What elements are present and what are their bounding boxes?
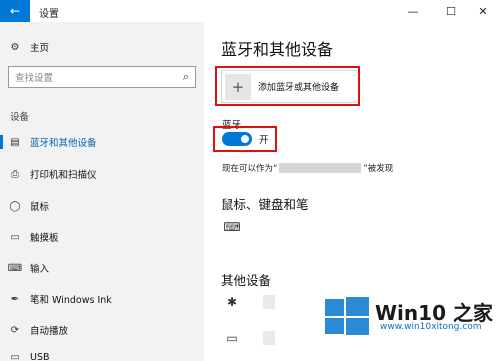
sidebar-item-label: 主页 <box>30 43 50 54</box>
sidebar-item-label: 笔和 Windows Ink <box>30 295 112 306</box>
back-arrow-icon[interactable]: ← <box>0 0 30 22</box>
section-title-mouse-keyboard-pen: 鼠标、键盘和笔 <box>221 197 309 212</box>
redacted-device-name <box>263 331 275 345</box>
gear-icon: ⚙ <box>10 41 20 53</box>
sidebar-item-label: 打印机和扫描仪 <box>30 170 97 181</box>
sidebar-item-mouse[interactable]: ◯ 鼠标 <box>0 194 204 218</box>
sidebar-item-label: 鼠标 <box>30 202 50 213</box>
highlight-box <box>213 126 277 152</box>
touchpad-icon: ▭ <box>10 231 20 243</box>
section-label-devices: 设备 <box>10 112 30 123</box>
page-title: 蓝牙和其他设备 <box>221 40 334 59</box>
bluetooth-icon: ✱ <box>226 295 238 309</box>
section-title-other-devices: 其他设备 <box>221 273 272 288</box>
redacted-device-name <box>263 295 275 309</box>
sidebar-item-label: 蓝牙和其他设备 <box>30 138 97 149</box>
mouse-icon: ◯ <box>9 200 21 212</box>
redacted-device-name <box>279 163 362 173</box>
sidebar: ⚙ 主页 查找设置 ⌕ 设备 ▤ 蓝牙和其他设备 ⎙ 打印机和扫描仪 ◯ 鼠标 … <box>0 22 204 361</box>
autoplay-icon: ⟳ <box>10 324 20 336</box>
sidebar-item-label: 自动播放 <box>30 326 69 337</box>
window-title: 设置 <box>39 9 59 20</box>
keyboard-icon: ⌨ <box>7 262 23 274</box>
sidebar-item-touchpad[interactable]: ▭ 触摸板 <box>0 225 204 249</box>
device-icon: ▭ <box>226 331 238 345</box>
title-bar: ← 设置 — ☐ ✕ <box>0 0 500 22</box>
sidebar-item-pen[interactable]: ✒ 笔和 Windows Ink <box>0 287 204 311</box>
sidebar-item-label: USB <box>30 351 50 361</box>
watermark-url: www.win10xitong.com <box>380 322 482 332</box>
minimize-button[interactable]: — <box>394 0 432 22</box>
windows-logo-icon <box>325 297 369 335</box>
printer-icon: ⎙ <box>11 168 19 180</box>
search-input[interactable]: 查找设置 ⌕ <box>8 66 196 88</box>
sidebar-item-home[interactable]: ⚙ 主页 <box>0 35 204 59</box>
pen-icon: ✒ <box>10 293 20 305</box>
highlight-box <box>215 66 360 106</box>
search-placeholder: 查找设置 <box>15 73 54 84</box>
search-icon[interactable]: ⌕ <box>183 70 189 84</box>
sidebar-item-autoplay[interactable]: ⟳ 自动播放 <box>0 318 204 342</box>
sidebar-item-input[interactable]: ⌨ 输入 <box>0 256 204 280</box>
sidebar-item-label: 输入 <box>30 264 50 275</box>
bluetooth-devices-icon: ▤ <box>10 136 20 148</box>
device-row[interactable]: ▭ <box>221 331 275 345</box>
discoverable-prefix: 现在可以作为“ <box>222 164 278 174</box>
discoverable-text: 现在可以作为“ ”被发现 <box>222 162 393 174</box>
sidebar-item-usb[interactable]: ▭ USB <box>0 345 204 361</box>
sidebar-item-label: 触摸板 <box>30 233 59 244</box>
usb-icon: ▭ <box>10 351 20 361</box>
keyboard-icon: ⌨ <box>223 220 241 234</box>
sidebar-item-printers[interactable]: ⎙ 打印机和扫描仪 <box>0 162 204 186</box>
discoverable-suffix: ”被发现 <box>363 164 394 174</box>
device-row[interactable]: ✱ <box>221 295 275 309</box>
sidebar-item-bluetooth[interactable]: ▤ 蓝牙和其他设备 <box>0 130 204 154</box>
close-button[interactable]: ✕ <box>464 0 500 22</box>
device-row[interactable]: ⌨ <box>221 220 243 234</box>
